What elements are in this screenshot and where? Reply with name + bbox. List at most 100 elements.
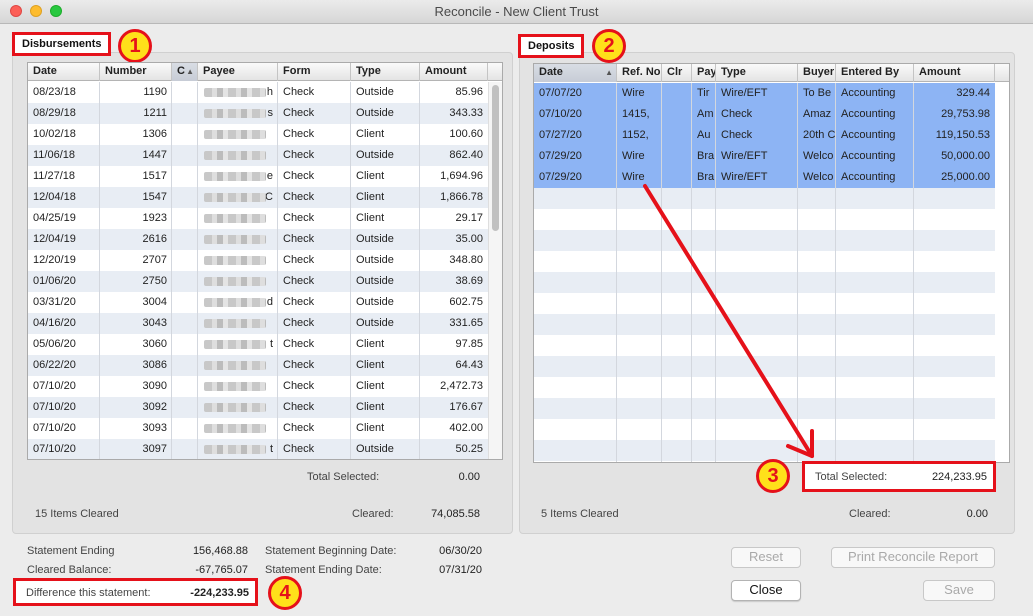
reset-button[interactable]: Reset (731, 547, 801, 568)
disbursements-cell-form: Check (283, 254, 315, 266)
disbursements-column-header-5[interactable]: Type (351, 63, 420, 81)
disbursements-cell-amount: 343.33 (449, 107, 483, 119)
deposits-cell-pay: Tir (697, 87, 710, 99)
deposits-table-row[interactable] (534, 188, 995, 209)
disbursements-cell-payee_tail (198, 376, 278, 397)
deposits-table-row[interactable] (534, 209, 995, 230)
deposits-column-divider (797, 83, 798, 462)
disbursements-cell-number: 1211 (143, 107, 167, 119)
deposits-table-row[interactable] (534, 419, 995, 440)
deposits-table-row[interactable] (534, 440, 995, 461)
disbursements-cell-type: Client (356, 191, 385, 203)
deposits-cell-clr (662, 167, 692, 188)
redacted-payee (204, 130, 266, 139)
disbursements-column-header-1[interactable]: Number (100, 63, 172, 81)
disbursements-cell-number: 3086 (142, 359, 167, 371)
statement-ending-date-label: Statement Ending Date: (265, 564, 382, 576)
disbursements-total-selected-value: 0.00 (458, 471, 480, 483)
disbursements-cell-number: 1547 (142, 191, 167, 203)
deposits-column-header-2[interactable]: Clr (662, 64, 692, 82)
disbursements-column-header-0[interactable]: Date (28, 63, 100, 81)
disbursements-column-header-3[interactable]: Payee (198, 63, 278, 81)
disbursements-cell-date: 07/10/20 (33, 380, 76, 392)
disbursements-cell-type: Client (356, 338, 385, 350)
disbursements-cell-number: 1190 (143, 86, 167, 98)
disbursements-cell-number: 3093 (142, 422, 167, 434)
deposits-table[interactable]: Date ▲ Ref. No Clr Pay Type Buyer Entered By Amo… (533, 63, 1010, 463)
disbursements-column-header-4[interactable]: Form (278, 63, 351, 81)
print-reconcile-report-button[interactable]: Print Reconcile Report (831, 547, 995, 568)
disbursements-cell-form: Check (283, 380, 315, 392)
disbursements-cell-type: Client (356, 401, 385, 413)
statement-ending-label: Statement Ending (27, 545, 115, 557)
deposits-tab[interactable]: Deposits (518, 34, 585, 58)
deposits-column-divider (913, 83, 914, 462)
statement-beginning-date-label: Statement Beginning Date: (265, 545, 397, 557)
disbursements-cell-type: Outside (356, 317, 394, 329)
disbursements-cell-payee_tail: h (198, 82, 278, 103)
deposits-cell-clr (662, 83, 692, 104)
deposits-column-header-1[interactable]: Ref. No (617, 64, 662, 82)
disbursements-cell-number: 3004 (142, 296, 167, 308)
difference-label: Difference this statement: (26, 587, 151, 599)
close-button[interactable]: Close (731, 580, 801, 601)
redacted-payee (204, 340, 266, 349)
deposits-cell-pay: Bra (697, 150, 715, 162)
disbursements-column-divider (171, 82, 172, 459)
disbursements-cell-number: 3060 (142, 338, 167, 350)
disbursements-cell-form: Check (283, 128, 315, 140)
deposits-table-row[interactable]: 07/29/20 Wire Bra Wire/EFT Welco Accounting 50… (534, 146, 995, 167)
deposits-table-row[interactable] (534, 251, 995, 272)
disbursements-cell-amount: 1,694.96 (440, 170, 483, 182)
disbursements-cell-date: 03/31/20 (33, 296, 76, 308)
deposits-table-row[interactable] (534, 293, 995, 314)
disbursements-cell-payee_tail (198, 355, 278, 376)
deposits-cell-amount: 50,000.00 (941, 150, 990, 162)
disbursements-table[interactable]: Date Number C ▲ Payee Form Type Amount 08/23/18… (27, 62, 503, 460)
deposits-column-header-6[interactable]: Entered By (836, 64, 914, 82)
deposits-column-header-5[interactable]: Buyer (798, 64, 836, 82)
disbursements-cell-type: Client (356, 170, 385, 182)
deposits-table-row[interactable] (534, 335, 995, 356)
deposits-cell-date: 07/29/20 (539, 150, 582, 162)
disbursements-cell-date: 10/02/18 (33, 128, 76, 140)
deposits-cell-buyer: 20th C (803, 129, 836, 141)
deposits-column-divider (835, 83, 836, 462)
deposits-table-row[interactable] (534, 230, 995, 251)
deposits-column-header-3[interactable]: Pay (692, 64, 716, 82)
deposits-column-header-0[interactable]: Date ▲ (534, 64, 617, 82)
disbursements-cell-form: Check (283, 149, 315, 161)
disbursements-column-header-6[interactable]: Amount (420, 63, 488, 81)
deposits-table-row[interactable] (534, 314, 995, 335)
deposits-table-row[interactable]: 07/07/20 Wire Tir Wire/EFT To Be Accounting 32… (534, 83, 995, 104)
deposits-column-header-4[interactable]: Type (716, 64, 798, 82)
disbursements-cell-number: 3097 (142, 443, 167, 455)
deposits-table-row[interactable] (534, 356, 995, 377)
disbursements-column-header-2[interactable]: C ▲ (172, 63, 198, 81)
save-button[interactable]: Save (923, 580, 995, 601)
deposits-table-row[interactable]: 07/29/20 Wire Bra Wire/EFT Welco Accounting 25… (534, 167, 995, 188)
disbursements-cell-amount: 2,472.73 (440, 380, 483, 392)
deposits-cell-entered_by: Accounting (841, 171, 896, 183)
disbursements-scrollbar[interactable] (488, 82, 502, 459)
deposits-table-row[interactable] (534, 272, 995, 293)
deposits-table-row[interactable] (534, 377, 995, 398)
disbursements-tab[interactable]: Disbursements (12, 32, 112, 56)
disbursements-cell-form: Check (283, 170, 315, 182)
deposits-cell-clr (662, 125, 692, 146)
deposits-table-row[interactable] (534, 398, 995, 419)
deposits-column-header-7[interactable]: Amount (914, 64, 995, 82)
deposits-column-divider (616, 83, 617, 462)
disbursements-cell-number: 2616 (142, 233, 167, 245)
deposits-cell-buyer: Amaz (803, 108, 832, 120)
disbursements-scroll-thumb[interactable] (492, 85, 499, 231)
disbursements-cleared-value: 74,085.58 (431, 508, 480, 520)
redacted-payee (204, 256, 266, 265)
disbursements-cell-payee_tail (198, 229, 278, 250)
deposits-table-row[interactable]: 07/27/20 1152, Au Check 20th C Accounting 119,… (534, 125, 995, 146)
disbursements-cell-date: 12/20/19 (33, 254, 76, 266)
deposits-cell-ref: Wire (622, 87, 645, 99)
disbursements-cell-number: 1923 (142, 212, 167, 224)
deposits-cell-entered_by: Accounting (841, 108, 896, 120)
deposits-table-row[interactable]: 07/10/20 1415, Am Check Amaz Accounting 29,753… (534, 104, 995, 125)
